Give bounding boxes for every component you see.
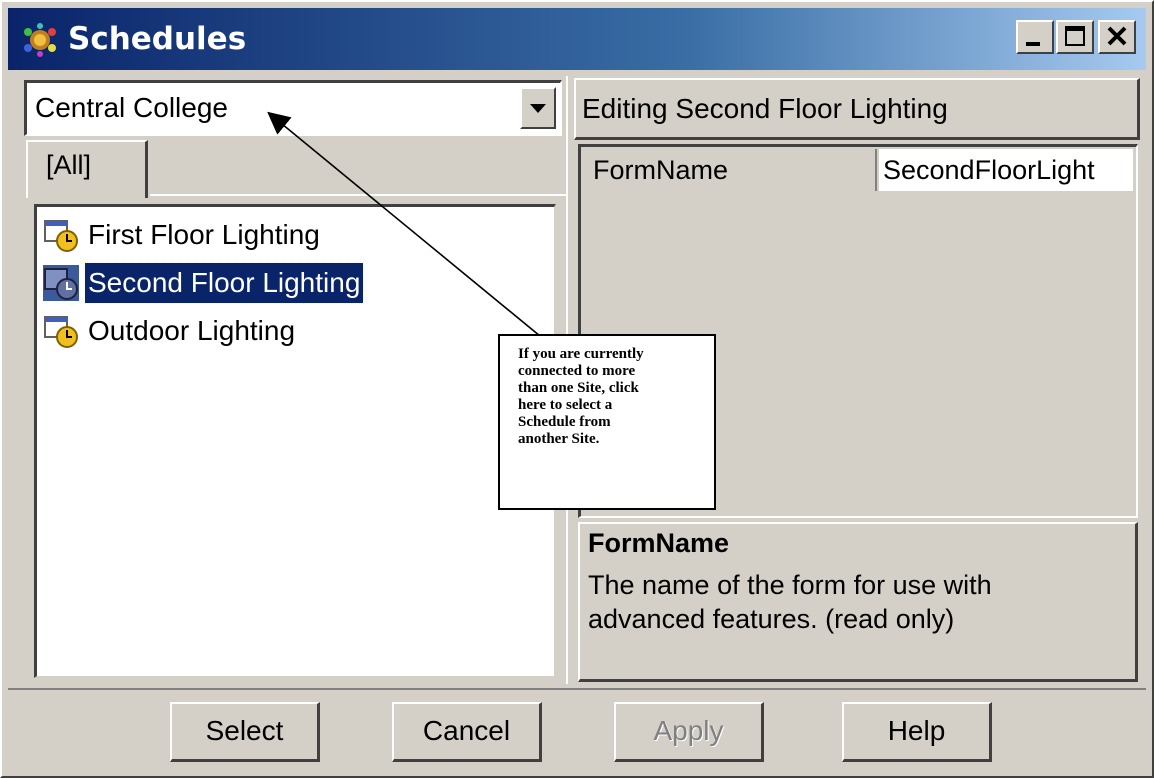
maximize-button[interactable] [1056, 20, 1094, 54]
title-bar[interactable]: Schedules [8, 8, 1146, 70]
callout-line: Schedule from [518, 414, 611, 430]
apply-button[interactable]: Apply [614, 702, 764, 762]
callout-line: another Site. [518, 431, 600, 447]
schedule-list[interactable]: First Floor Lighting Second Floor Lighti… [34, 204, 556, 678]
select-button[interactable]: Select [170, 702, 320, 762]
window-title: Schedules [68, 21, 247, 57]
editing-header: Editing Second Floor Lighting [574, 78, 1140, 140]
callout-line: than one Site, click [518, 380, 639, 396]
property-value-cell[interactable]: SecondFloorLight [879, 149, 1133, 191]
callout-line: If you are currently [518, 346, 644, 362]
tab-all-label: [All] [46, 150, 92, 180]
close-icon [1107, 26, 1127, 46]
editing-title: Editing Second Floor Lighting [582, 93, 948, 124]
list-item-label: Second Floor Lighting [83, 262, 365, 304]
site-dropdown-button[interactable] [520, 87, 556, 129]
close-button[interactable] [1098, 20, 1136, 54]
schedule-clock-icon [43, 265, 79, 301]
schedule-clock-icon [44, 220, 78, 252]
maximize-icon [1065, 26, 1085, 46]
cancel-button[interactable]: Cancel [392, 702, 542, 762]
minimize-button[interactable] [1016, 20, 1054, 54]
schedules-app-icon [24, 23, 56, 57]
site-combobox[interactable]: Central College [24, 80, 562, 136]
minimize-icon [1026, 42, 1040, 46]
schedule-clock-icon [44, 316, 78, 348]
site-combobox-value: Central College [35, 92, 228, 123]
chevron-down-icon [530, 104, 546, 113]
description-title: FormName [588, 528, 730, 558]
property-description: FormName The name of the form for use wi… [578, 522, 1138, 682]
tab-strip-divider [150, 194, 566, 196]
description-text: The name of the form for use with advanc… [588, 570, 992, 634]
property-name-cell[interactable]: FormName [583, 149, 877, 191]
list-item-label: Outdoor Lighting [88, 315, 296, 346]
callout-line: connected to more [518, 363, 636, 379]
tab-all[interactable]: [All] [26, 140, 148, 198]
callout-note: If you are currently connected to more t… [498, 334, 716, 510]
property-value: SecondFloorLight [883, 155, 1095, 185]
list-item-label: First Floor Lighting [88, 219, 320, 250]
callout-line: here to select a [518, 397, 613, 413]
help-button[interactable]: Help [842, 702, 992, 762]
property-name: FormName [593, 155, 729, 185]
